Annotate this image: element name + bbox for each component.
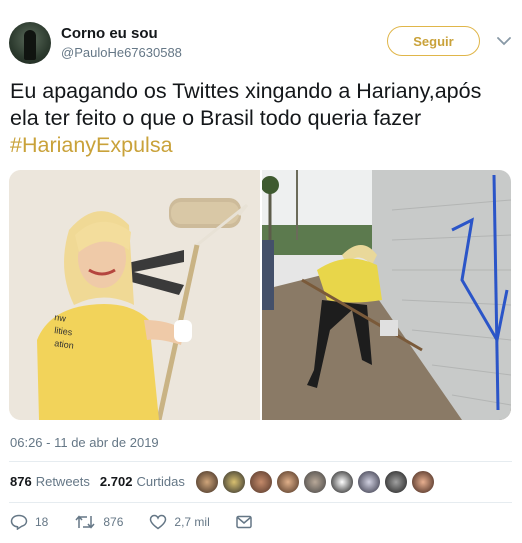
follow-button[interactable]: Seguir	[387, 26, 480, 56]
liker-avatars	[195, 470, 438, 494]
liker-avatar[interactable]	[384, 470, 408, 494]
tweet-text: Eu apagando os Twittes xingando a Harian…	[10, 78, 515, 159]
reply-button[interactable]: 18	[10, 514, 48, 530]
retweet-count: 876	[103, 515, 124, 529]
tweet-timestamp[interactable]: 06:26 - 11 de abr de 2019	[10, 435, 159, 450]
retweet-icon	[75, 515, 95, 529]
liker-avatar[interactable]	[357, 470, 381, 494]
envelope-icon	[235, 515, 252, 529]
heart-icon	[150, 514, 167, 530]
liker-avatar[interactable]	[411, 470, 435, 494]
tweet-stats: 876 Retweets 2.702 Curtidas	[10, 474, 185, 489]
divider-bottom	[9, 502, 512, 503]
retweet-button[interactable]: 876	[74, 514, 123, 530]
likes-label[interactable]: Curtidas	[136, 474, 184, 489]
retweets-label[interactable]: Retweets	[36, 474, 90, 489]
liker-avatar[interactable]	[222, 470, 246, 494]
media-grid: nw lities ation	[9, 170, 511, 420]
liker-avatar[interactable]	[249, 470, 273, 494]
liker-avatar[interactable]	[303, 470, 327, 494]
tweet-body: Eu apagando os Twittes xingando a Harian…	[10, 79, 482, 130]
svg-text:nw: nw	[54, 312, 67, 324]
hashtag-link[interactable]: #HarianyExpulsa	[10, 133, 173, 157]
photo-left[interactable]: nw lities ation	[9, 170, 260, 420]
photo-right[interactable]	[262, 170, 511, 420]
liker-avatar[interactable]	[276, 470, 300, 494]
retweets-count[interactable]: 876	[10, 474, 32, 489]
reply-count: 18	[35, 515, 49, 529]
like-count: 2,7 mil	[174, 515, 210, 529]
chevron-down-icon[interactable]	[496, 34, 512, 48]
direct-message-button[interactable]	[235, 515, 259, 529]
liker-avatar[interactable]	[330, 470, 354, 494]
tweet-actions: 18 876 2,7 mil	[10, 514, 285, 530]
user-display-name[interactable]: Corno eu sou	[61, 25, 158, 42]
divider-top	[9, 461, 512, 462]
like-button[interactable]: 2,7 mil	[149, 514, 210, 530]
liker-avatar[interactable]	[195, 470, 219, 494]
profile-avatar[interactable]	[9, 22, 51, 64]
reply-icon	[10, 514, 28, 530]
likes-count[interactable]: 2.702	[100, 474, 133, 489]
user-handle[interactable]: @PauloHe67630588	[61, 45, 182, 60]
